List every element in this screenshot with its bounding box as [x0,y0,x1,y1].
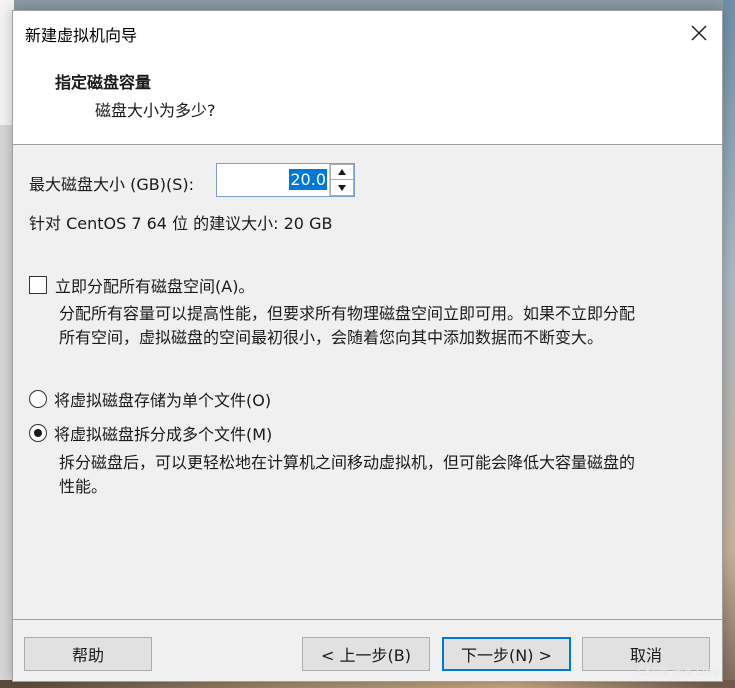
background-right-strip [723,0,735,688]
close-button[interactable] [676,11,722,55]
split-description-line-2: 性能。 [59,477,108,496]
disk-size-spinner [329,164,354,196]
split-description-line-1: 拆分磁盘后，可以更轻松地在计算机之间移动虚拟机，但可能会降低大容量磁盘的 [59,453,636,472]
allocate-description: 分配所有容量可以提高性能，但要求所有物理磁盘空间立即可用。如果不立即分配 所有空… [59,302,719,350]
recommended-size-text: 针对 CentOS 7 64 位 的建议大小: 20 GB [29,214,333,233]
arrow-up-icon [338,169,346,175]
allocate-description-line-2: 所有空间，虚拟磁盘的空间最初很小，会随着您向其中添加数据而不断变大。 [59,328,604,347]
title-bar: 新建虚拟机向导 [13,11,722,55]
page-title: 指定磁盘容量 [55,73,152,92]
wizard-header: 指定磁盘容量 磁盘大小为多少? [13,55,722,145]
split-files-label: 将虚拟磁盘拆分成多个文件(M) [54,425,273,444]
close-icon [691,25,707,41]
increment-button[interactable] [330,164,354,180]
disk-size-selected-value: 20.0 [289,169,327,190]
footer-divider [13,619,722,620]
split-files-radio[interactable] [29,424,47,442]
decrement-button[interactable] [330,180,354,196]
split-files-radio-row[interactable]: 将虚拟磁盘拆分成多个文件(M) [29,421,272,445]
watermark: CSDN @# Ling [637,665,719,678]
disk-size-spinbox[interactable]: 20.0 [216,163,355,197]
split-description: 拆分磁盘后，可以更轻松地在计算机之间移动虚拟机，但可能会降低大容量磁盘的 性能。 [59,451,719,499]
single-file-radio-row[interactable]: 将虚拟磁盘存储为单个文件(O) [29,387,271,411]
allocate-all-checkbox-row[interactable]: 立即分配所有磁盘空间(A)。 [29,273,254,297]
next-button[interactable]: 下一步(N) > [442,637,571,671]
page-subtitle: 磁盘大小为多少? [95,101,216,120]
allocate-all-checkbox[interactable] [29,276,47,294]
allocate-all-label: 立即分配所有磁盘空间(A)。 [55,277,255,296]
single-file-radio[interactable] [29,390,47,408]
window-title: 新建虚拟机向导 [25,26,138,45]
single-file-label: 将虚拟磁盘存储为单个文件(O) [54,391,272,410]
help-button[interactable]: 帮助 [24,637,152,671]
new-vm-wizard-dialog: 新建虚拟机向导 指定磁盘容量 磁盘大小为多少? 最大磁盘大小 (GB)(S): … [12,10,723,682]
arrow-down-icon [338,184,346,191]
disk-size-label: 最大磁盘大小 (GB)(S): [29,175,194,194]
back-button[interactable]: < 上一步(B) [302,637,430,671]
allocate-description-line-1: 分配所有容量可以提高性能，但要求所有物理磁盘空间立即可用。如果不立即分配 [59,304,636,323]
